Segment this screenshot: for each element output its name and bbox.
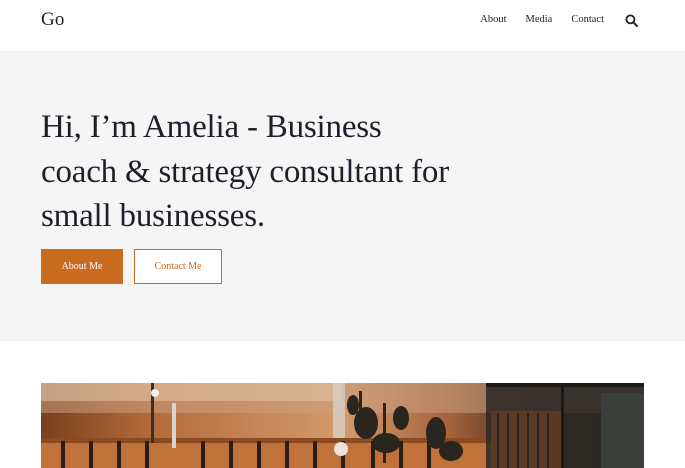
nav-link-media[interactable]: Media (526, 12, 553, 28)
nav-link-about[interactable]: About (480, 12, 506, 28)
hero-section: Hi, I’m Amelia - Business coach & strate… (0, 51, 685, 341)
office-photo (41, 383, 644, 468)
contact-me-button[interactable]: Contact Me (134, 249, 222, 284)
search-icon (625, 14, 638, 27)
hero-buttons: About Me Contact Me (41, 249, 222, 284)
featured-image (41, 383, 644, 468)
search-button[interactable] (624, 12, 638, 28)
site-header: Go About Media Contact (0, 0, 685, 51)
page: Go About Media Contact Hi, I’m Amelia - … (0, 0, 685, 468)
nav-link-contact[interactable]: Contact (571, 12, 604, 28)
hero-title: Hi, I’m Amelia - Business coach & strate… (41, 109, 449, 234)
main-nav: About Media Contact (480, 12, 638, 28)
about-me-button[interactable]: About Me (41, 249, 123, 284)
site-logo[interactable]: Go (41, 9, 65, 31)
